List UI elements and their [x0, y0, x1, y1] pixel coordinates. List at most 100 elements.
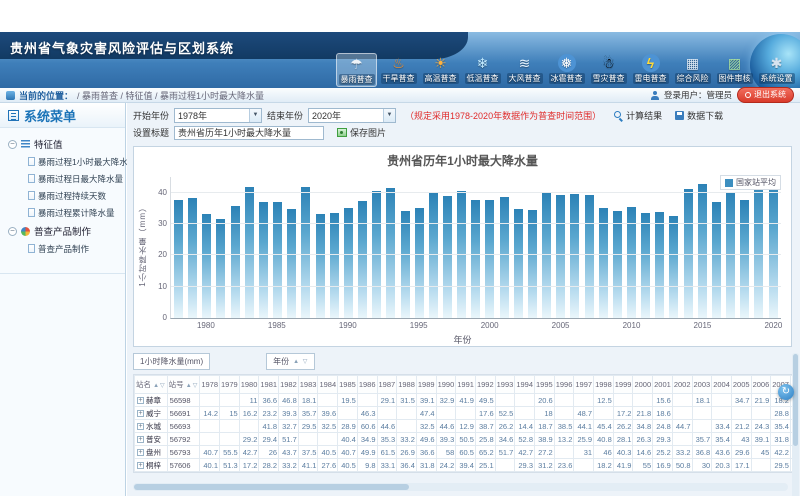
nav-item-hot[interactable]: ☀高温普查: [420, 53, 461, 87]
expand-icon[interactable]: +: [137, 410, 144, 417]
start-year-select[interactable]: 1978年▼: [174, 108, 262, 123]
col-header-year[interactable]: 2003: [692, 376, 712, 394]
bar-2006[interactable]: [570, 194, 579, 318]
bar-2012[interactable]: [655, 212, 664, 319]
bar-1993[interactable]: [386, 188, 395, 318]
station-name-cell[interactable]: +普安: [135, 433, 168, 446]
col-header-year[interactable]: 1989: [416, 376, 436, 394]
logout-button[interactable]: 退出系统: [737, 87, 794, 103]
col-header-year[interactable]: 1987: [377, 376, 397, 394]
nav-item-settings[interactable]: ✱系统设置: [756, 53, 797, 87]
bar-2019[interactable]: [754, 178, 763, 318]
bar-2002[interactable]: [514, 209, 523, 318]
tree-item[interactable]: 暴雨过程1小时最大降水量: [6, 153, 123, 170]
col-header-站名[interactable]: 站名 ▲▽: [135, 376, 168, 394]
col-header-year[interactable]: 2004: [712, 376, 732, 394]
nav-item-risk[interactable]: ▦综合风险: [672, 53, 713, 87]
col-header-year[interactable]: 1997: [574, 376, 594, 394]
col-header-year[interactable]: 1994: [515, 376, 535, 394]
bar-1983[interactable]: [245, 187, 254, 318]
col-header-year[interactable]: 1985: [338, 376, 358, 394]
nav-item-map[interactable]: ▨图件审核: [714, 53, 755, 87]
bar-1996[interactable]: [429, 193, 438, 318]
bar-1981[interactable]: [216, 219, 225, 318]
bar-2003[interactable]: [528, 210, 537, 318]
col-header-站号[interactable]: 站号 ▲▽: [167, 376, 200, 394]
tree-item[interactable]: 普查产品制作: [6, 240, 123, 257]
chart-title-input[interactable]: [174, 126, 324, 140]
station-name-cell[interactable]: +桐梓: [135, 459, 168, 472]
station-name-cell[interactable]: +盘州: [135, 446, 168, 459]
nav-item-lightning[interactable]: ϟ雷电普查: [630, 53, 671, 87]
v-scroll-thumb[interactable]: [793, 354, 798, 446]
station-name-cell[interactable]: +水城: [135, 420, 168, 433]
col-header-year[interactable]: 2000: [633, 376, 653, 394]
expand-icon[interactable]: +: [137, 397, 144, 404]
expand-icon[interactable]: +: [137, 423, 144, 430]
loading-refresh-icon[interactable]: ↻: [778, 384, 794, 400]
bar-1987[interactable]: [301, 187, 310, 318]
col-header-year[interactable]: 1981: [259, 376, 279, 394]
col-header-year[interactable]: 1990: [436, 376, 456, 394]
col-header-year[interactable]: 1993: [495, 376, 515, 394]
bar-1979[interactable]: [188, 198, 197, 318]
col-header-year[interactable]: 1998: [594, 376, 614, 394]
expand-icon[interactable]: +: [137, 449, 144, 456]
bar-1988[interactable]: [316, 214, 325, 318]
bar-2004[interactable]: [542, 193, 551, 318]
bar-2013[interactable]: [669, 216, 678, 318]
h-scroll-thumb[interactable]: [134, 484, 409, 490]
sort-icons[interactable]: ▲▽: [153, 383, 166, 389]
column-field-chip[interactable]: 年份▲ ▽: [266, 353, 315, 370]
bar-1980[interactable]: [202, 214, 211, 318]
nav-item-rainstorm[interactable]: ☂暴雨普查: [336, 53, 377, 87]
nav-item-hail[interactable]: ❅冰雹普查: [546, 53, 587, 87]
bar-1984[interactable]: [259, 202, 268, 318]
bar-1995[interactable]: [415, 208, 424, 318]
col-header-year[interactable]: 2006: [751, 376, 771, 394]
sort-icons[interactable]: ▲ ▽: [293, 358, 308, 365]
bar-2011[interactable]: [641, 213, 650, 318]
measure-field-chip[interactable]: 1小时降水量(mm): [133, 353, 210, 370]
collapse-icon[interactable]: −: [8, 140, 17, 149]
col-header-year[interactable]: 1992: [475, 376, 495, 394]
bar-2016[interactable]: [712, 202, 721, 318]
expand-icon[interactable]: +: [137, 462, 144, 469]
bar-1989[interactable]: [330, 213, 339, 318]
bar-2007[interactable]: [585, 195, 594, 318]
nav-item-wind[interactable]: ≋大风普查: [504, 53, 545, 87]
bar-2015[interactable]: [698, 184, 707, 318]
station-name-cell[interactable]: +威宁: [135, 407, 168, 420]
bar-2020[interactable]: [769, 180, 778, 318]
sort-icons[interactable]: ▲▽: [186, 383, 199, 389]
col-header-year[interactable]: 1991: [456, 376, 476, 394]
col-header-year[interactable]: 1979: [220, 376, 240, 394]
col-header-year[interactable]: 2002: [672, 376, 692, 394]
bar-1986[interactable]: [287, 209, 296, 318]
col-header-year[interactable]: 1978: [200, 376, 220, 394]
col-header-year[interactable]: 1984: [318, 376, 338, 394]
bar-1985[interactable]: [273, 202, 282, 318]
col-header-year[interactable]: 1996: [554, 376, 574, 394]
bar-2008[interactable]: [599, 208, 608, 318]
bar-2001[interactable]: [500, 197, 509, 318]
col-header-year[interactable]: 1986: [357, 376, 377, 394]
bar-2000[interactable]: [485, 200, 494, 318]
bar-2018[interactable]: [740, 200, 749, 318]
expand-icon[interactable]: +: [137, 436, 144, 443]
col-header-year[interactable]: 1983: [298, 376, 318, 394]
tree-item[interactable]: 暴雨过程持续天数: [6, 187, 123, 204]
bar-1997[interactable]: [443, 196, 452, 318]
col-header-year[interactable]: 2005: [731, 376, 751, 394]
tree-group[interactable]: −特征值: [6, 134, 123, 153]
bar-1991[interactable]: [358, 201, 367, 318]
col-header-year[interactable]: 1995: [535, 376, 555, 394]
nav-item-drought[interactable]: ♨干旱普查: [378, 53, 419, 87]
save-image-button[interactable]: 保存图片: [337, 126, 386, 139]
bar-1978[interactable]: [174, 200, 183, 318]
tree-group[interactable]: −普查产品制作: [6, 221, 123, 240]
bar-2005[interactable]: [556, 195, 565, 318]
end-year-select[interactable]: 2020年▼: [308, 108, 396, 123]
col-header-year[interactable]: 1982: [279, 376, 299, 394]
horizontal-scrollbar[interactable]: [133, 483, 788, 491]
